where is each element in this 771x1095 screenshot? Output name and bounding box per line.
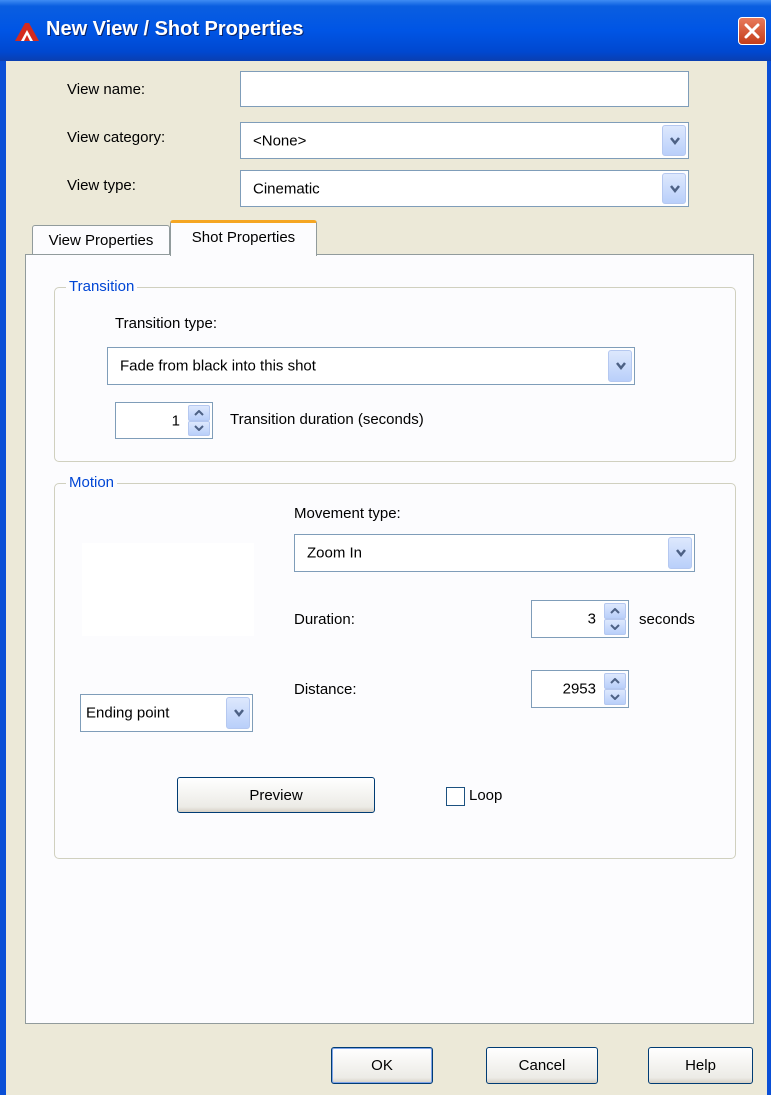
close-button[interactable]	[738, 17, 766, 45]
transition-duration-label: Transition duration (seconds)	[230, 411, 424, 428]
duration-spinner[interactable]: 3	[531, 600, 629, 638]
spin-down-button[interactable]	[188, 420, 210, 436]
duration-value: 3	[587, 610, 596, 628]
chevron-down-icon	[670, 136, 680, 145]
movement-type-dropdown-button[interactable]	[668, 537, 692, 569]
spin-down-icon	[610, 694, 620, 700]
point-value: Ending point	[86, 704, 170, 722]
title-bar[interactable]: New View / Shot Properties	[0, 0, 771, 61]
transition-duration-spinner[interactable]: 1	[115, 402, 213, 439]
spin-up-icon	[610, 608, 620, 614]
spin-up-button[interactable]	[188, 405, 210, 421]
loop-checkbox[interactable]	[446, 787, 465, 806]
point-dropdown-button[interactable]	[226, 697, 250, 729]
duration-unit-label: seconds	[639, 611, 695, 628]
transition-type-dropdown-button[interactable]	[608, 350, 632, 382]
loop-label: Loop	[469, 787, 503, 804]
view-name-input[interactable]	[240, 71, 689, 107]
chevron-down-icon	[616, 362, 626, 371]
transition-type-value: Fade from black into this shot	[120, 357, 316, 375]
help-button[interactable]: Help	[648, 1047, 753, 1084]
tab-label: Shot Properties	[191, 229, 296, 246]
view-name-label: View name:	[67, 81, 146, 98]
tab-shot-properties[interactable]: Shot Properties	[170, 220, 317, 256]
transition-type-select[interactable]: Fade from black into this shot	[107, 347, 635, 385]
duration-label: Duration:	[294, 611, 355, 628]
view-type-label: View type:	[67, 177, 136, 194]
chevron-down-icon	[234, 709, 244, 718]
autocad-icon	[15, 23, 39, 41]
transition-type-label: Transition type:	[115, 315, 217, 332]
chevron-down-icon	[670, 184, 680, 193]
view-category-select[interactable]: <None>	[240, 122, 689, 159]
spin-up-icon	[610, 678, 620, 684]
preview-button[interactable]: Preview	[177, 777, 375, 813]
movement-type-select[interactable]: Zoom In	[294, 534, 695, 572]
view-category-label: View category:	[67, 129, 166, 146]
tab-label: View Properties	[48, 232, 154, 249]
distance-label: Distance:	[294, 681, 357, 698]
ok-button[interactable]: OK	[331, 1047, 433, 1084]
point-select[interactable]: Ending point	[80, 694, 253, 732]
distance-spinner[interactable]: 2953	[531, 670, 629, 708]
transition-group-title: Transition	[66, 278, 138, 295]
view-category-value: <None>	[253, 132, 307, 149]
spin-up-button[interactable]	[604, 673, 626, 689]
motion-group-title: Motion	[66, 474, 118, 491]
movement-type-value: Zoom In	[307, 544, 363, 562]
movement-type-label: Movement type:	[294, 505, 401, 522]
spin-down-icon	[610, 624, 620, 630]
spin-up-button[interactable]	[604, 603, 626, 619]
spin-up-icon	[194, 409, 204, 416]
chevron-down-icon	[676, 549, 686, 558]
view-type-select[interactable]: Cinematic	[240, 170, 689, 207]
tab-view-properties[interactable]: View Properties	[32, 225, 170, 254]
view-type-value: Cinematic	[253, 180, 320, 197]
motion-preview-image	[82, 543, 254, 636]
spin-down-button[interactable]	[604, 619, 626, 635]
spin-down-icon	[194, 425, 204, 432]
close-icon	[744, 23, 760, 39]
distance-value: 2953	[562, 680, 596, 698]
view-category-dropdown-button[interactable]	[662, 125, 686, 156]
transition-duration-value: 1	[171, 412, 180, 429]
spin-down-button[interactable]	[604, 689, 626, 705]
view-type-dropdown-button[interactable]	[662, 173, 686, 204]
cancel-button[interactable]: Cancel	[486, 1047, 598, 1084]
window-title: New View / Shot Properties	[46, 18, 304, 40]
